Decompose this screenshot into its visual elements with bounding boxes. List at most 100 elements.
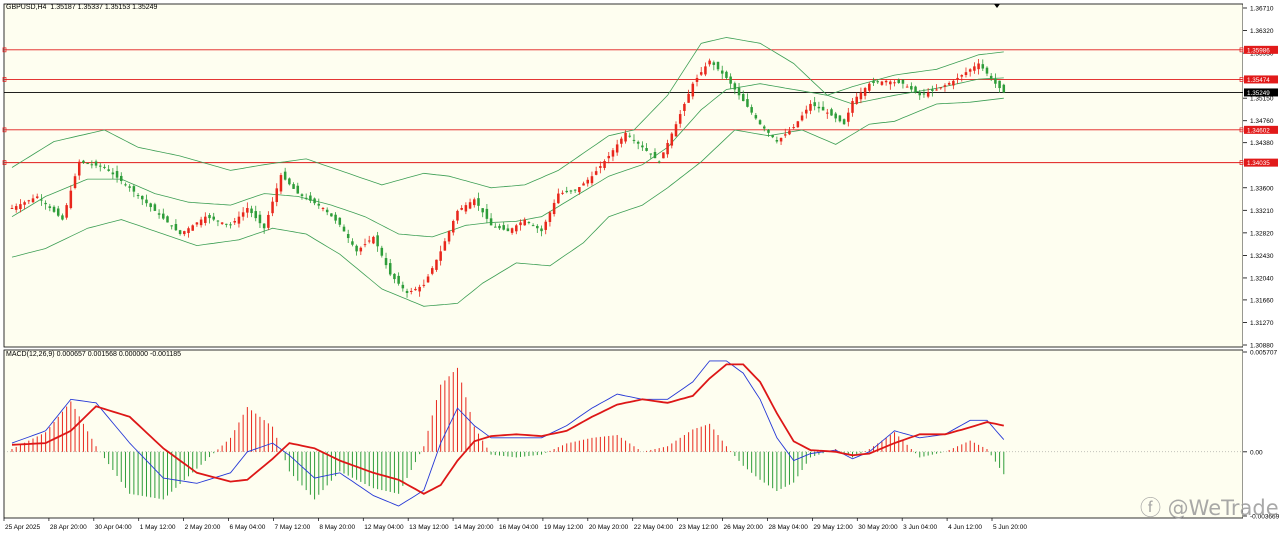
bear-candle xyxy=(292,184,295,189)
bull-candle xyxy=(456,210,459,221)
bull-candle xyxy=(233,221,236,223)
bull-candle xyxy=(279,175,283,192)
bull-candle xyxy=(926,92,930,97)
bull-candle xyxy=(880,81,884,85)
bear-candle xyxy=(346,233,350,239)
bull-candle xyxy=(183,231,186,235)
bear-candle xyxy=(405,290,409,293)
bear-candle xyxy=(737,87,741,96)
bear-candle xyxy=(254,211,258,219)
bull-candle xyxy=(952,80,955,86)
bull-candle xyxy=(473,199,476,206)
price-tick-label: 1.36710 xyxy=(1250,6,1274,13)
bear-candle xyxy=(838,115,842,122)
macd-pane[interactable] xyxy=(3,349,1244,519)
time-tick-label: 26 May 20:00 xyxy=(724,524,764,531)
bull-candle xyxy=(884,80,888,83)
bear-candle xyxy=(149,203,152,208)
bull-candle xyxy=(973,66,976,71)
bear-candle xyxy=(225,223,228,225)
bear-candle xyxy=(489,218,493,226)
bear-candle xyxy=(506,228,510,232)
bear-candle xyxy=(918,92,922,96)
bull-candle xyxy=(615,144,619,153)
bear-candle xyxy=(762,126,766,129)
bear-candle xyxy=(288,178,291,185)
price-chart-svg[interactable]: 1.367101.363201.359301.351501.347601.343… xyxy=(0,0,1280,536)
bull-candle xyxy=(792,127,795,129)
bull-candle xyxy=(624,132,627,142)
time-tick-label: 1 May 12:00 xyxy=(140,524,176,531)
bear-candle xyxy=(145,199,148,204)
bear-candle xyxy=(741,93,745,102)
bear-candle xyxy=(283,171,287,180)
bull-candle xyxy=(460,208,463,210)
bull-candle xyxy=(947,83,951,85)
level-price-label: 1.35474 xyxy=(1247,77,1270,84)
bull-candle xyxy=(220,222,224,224)
bull-candle xyxy=(847,112,850,122)
level-price-label: 1.34602 xyxy=(1247,127,1270,134)
bear-candle xyxy=(817,106,821,109)
bear-candle xyxy=(733,83,737,90)
bear-candle xyxy=(872,80,875,84)
bull-candle xyxy=(468,202,472,209)
bear-candle xyxy=(136,195,140,197)
bear-candle xyxy=(141,195,144,200)
bull-candle xyxy=(708,60,711,65)
bull-candle xyxy=(246,208,249,213)
bear-candle xyxy=(494,226,497,228)
time-tick-label: 28 Apr 20:00 xyxy=(50,524,87,531)
bear-candle xyxy=(132,186,136,192)
bear-candle xyxy=(989,75,993,79)
bear-candle xyxy=(397,275,400,284)
time-tick-label: 2 May 20:00 xyxy=(185,524,221,531)
watermark-logo: ⓕ @WeTrade xyxy=(1140,492,1279,522)
price-tick-label: 1.32040 xyxy=(1250,275,1274,282)
bear-candle xyxy=(111,172,115,175)
bull-candle xyxy=(544,221,547,230)
bull-candle xyxy=(561,192,564,194)
bull-candle xyxy=(683,103,686,111)
bull-candle xyxy=(204,216,207,223)
bear-candle xyxy=(334,214,337,221)
bear-candle xyxy=(998,80,1001,89)
time-tick-label: 7 May 12:00 xyxy=(274,524,310,531)
bull-candle xyxy=(523,219,526,226)
bull-candle xyxy=(23,202,26,205)
bull-candle xyxy=(586,179,590,184)
price-pane[interactable] xyxy=(3,3,1244,348)
bear-candle xyxy=(376,235,379,247)
chart-window[interactable]: 1.36710 1.36320 1.35930 1.35150 1.34760 1.343… xyxy=(0,0,1280,536)
bear-candle xyxy=(830,109,833,116)
bull-candle xyxy=(464,205,468,212)
bull-candle xyxy=(426,276,430,283)
symbol-label: GBPUSD,H4 xyxy=(6,4,47,11)
bear-candle xyxy=(653,151,657,159)
bull-candle xyxy=(666,142,669,155)
bull-candle xyxy=(14,206,18,210)
bear-candle xyxy=(729,76,732,84)
bear-candle xyxy=(842,119,846,125)
bull-candle xyxy=(889,81,892,85)
bull-candle xyxy=(905,86,909,88)
bear-candle xyxy=(52,206,56,212)
bull-candle xyxy=(691,83,695,97)
bear-candle xyxy=(94,161,98,166)
bear-candle xyxy=(502,225,505,230)
bear-candle xyxy=(758,120,762,125)
bear-candle xyxy=(351,241,354,245)
bull-candle xyxy=(35,196,39,198)
time-tick-label: 6 May 04:00 xyxy=(230,524,266,531)
bear-candle xyxy=(994,78,997,84)
bear-candle xyxy=(527,222,531,224)
bear-candle xyxy=(128,186,131,188)
bull-candle xyxy=(409,290,413,292)
bull-candle xyxy=(548,212,552,222)
time-tick-label: 5 Jun 20:00 xyxy=(993,524,1027,531)
bull-candle xyxy=(788,130,791,135)
bull-candle xyxy=(578,187,581,193)
bear-candle xyxy=(262,223,266,229)
bear-candle xyxy=(540,228,543,232)
bear-candle xyxy=(771,135,774,138)
